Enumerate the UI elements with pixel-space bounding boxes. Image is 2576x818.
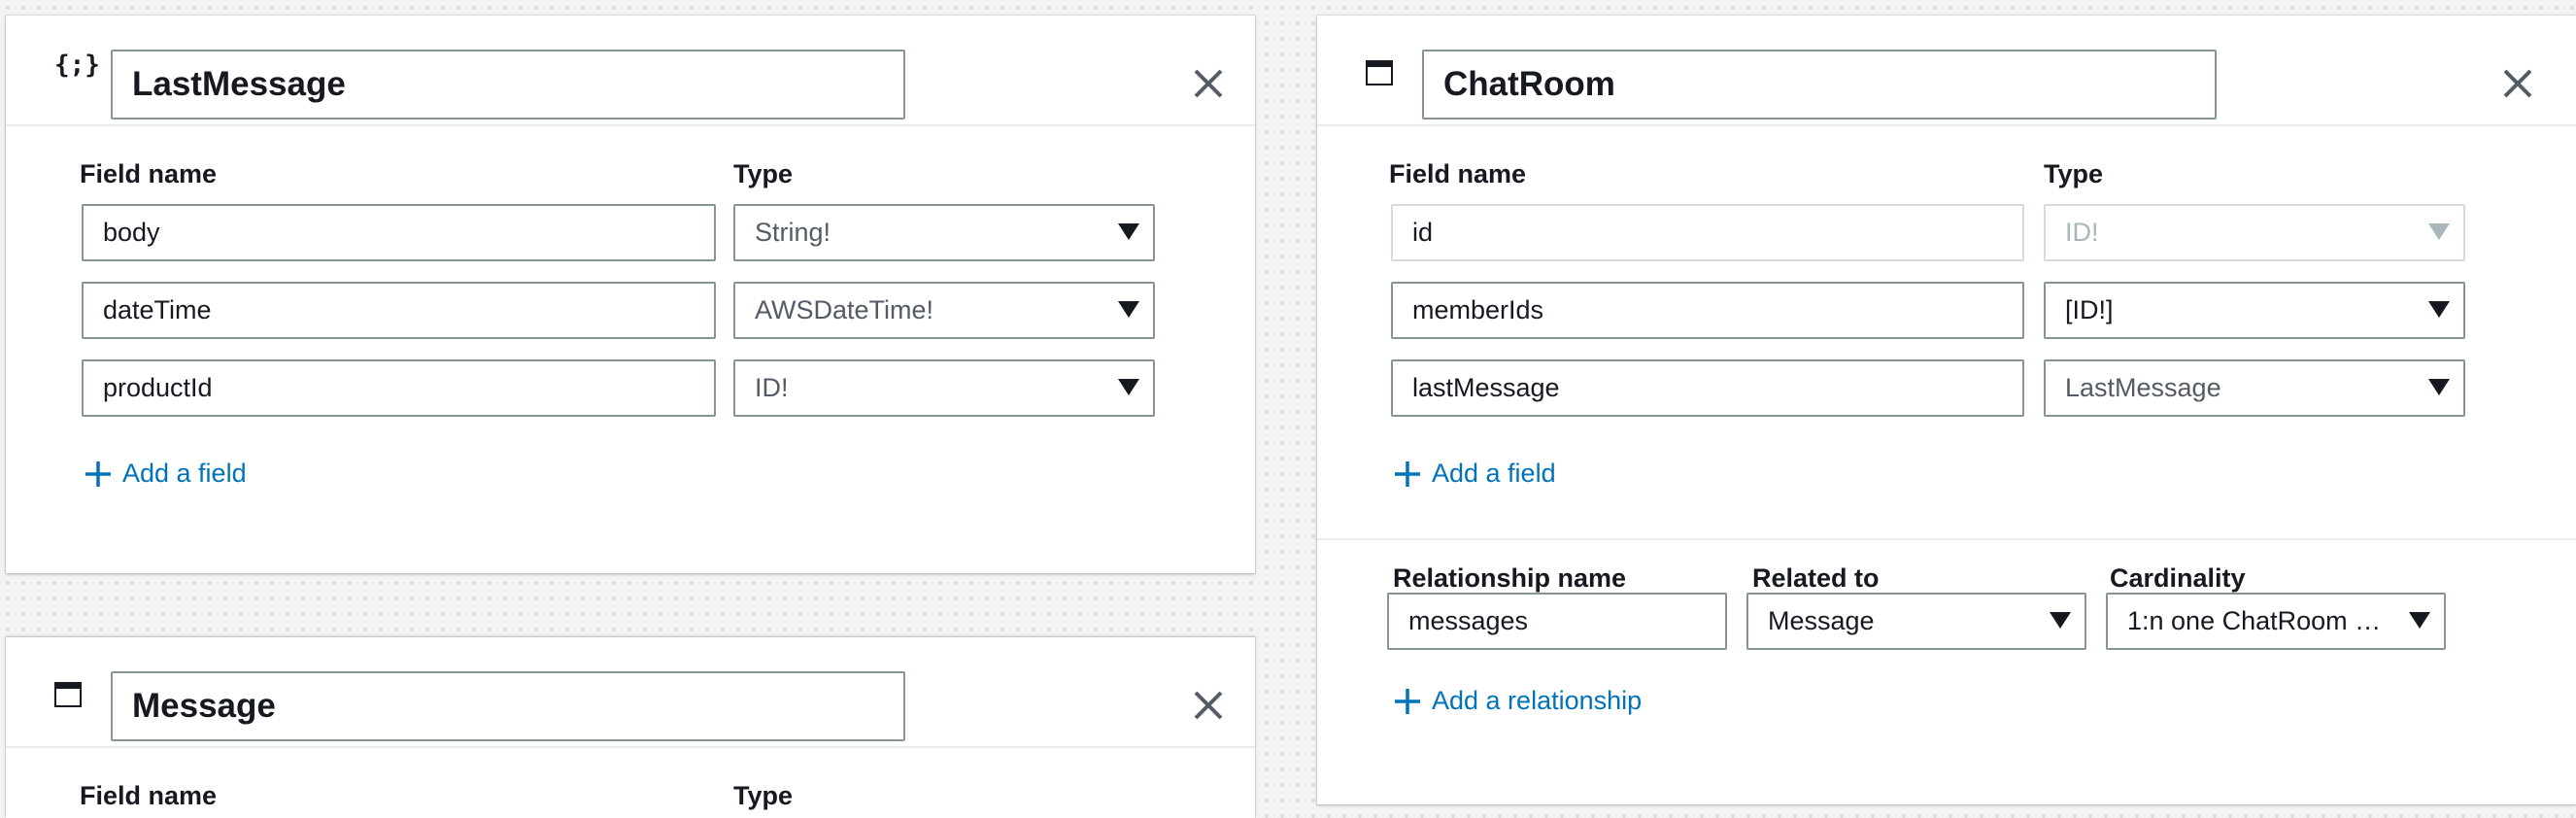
type-select-productid[interactable]: ID! (733, 359, 1155, 417)
field-name-input-datetime[interactable]: dateTime (82, 282, 716, 339)
close-icon[interactable] (2502, 68, 2533, 99)
plus-icon (1395, 688, 1420, 714)
field-name-header: Field name (80, 781, 218, 810)
window-icon (54, 682, 82, 707)
close-icon[interactable] (1193, 690, 1224, 721)
add-field-button[interactable]: Add a field (84, 459, 247, 489)
close-icon[interactable] (1193, 68, 1224, 99)
chevron-down-icon (2050, 612, 2071, 629)
type-header: Type (733, 781, 794, 810)
type-name-input[interactable]: Message (111, 671, 905, 741)
type-select-lastmessage[interactable]: LastMessage (2044, 359, 2465, 417)
type-select-memberids[interactable]: [ID!] (2044, 282, 2465, 339)
type-select-datetime[interactable]: AWSDateTime! (733, 282, 1155, 339)
chevron-down-icon (2428, 379, 2450, 395)
card-last-message: {;} LastMessage Field name Type body Str… (6, 16, 1255, 573)
add-field-button[interactable]: Add a field (1393, 459, 1556, 489)
relationship-name-header: Relationship name (1393, 563, 1627, 593)
field-name-input-lastmessage[interactable]: lastMessage (1391, 359, 2024, 417)
field-name-header: Field name (80, 159, 218, 188)
card-header: ChatRoom (1317, 16, 2576, 126)
plus-icon (85, 460, 111, 487)
chevron-down-icon (1118, 301, 1139, 318)
add-relationship-label: Add a relationship (1432, 686, 1643, 715)
relationship-name-input[interactable]: messages (1387, 593, 1727, 650)
card-header: {;} LastMessage (6, 16, 1255, 126)
card-header: Message (6, 637, 1255, 748)
field-name-input-body[interactable]: body (82, 204, 716, 261)
cardinality-header: Cardinality (2110, 563, 2246, 593)
type-select-value: [ID!] (2065, 295, 2114, 324)
chevron-down-icon (1118, 223, 1139, 240)
related-to-select[interactable]: Message (1746, 593, 2086, 650)
field-name-input-id: id (1391, 204, 2024, 261)
field-name-header: Field name (1389, 159, 1527, 188)
chevron-down-icon (1118, 379, 1139, 395)
type-select-id: ID! (2044, 204, 2465, 261)
type-select-value: ID! (2065, 218, 2099, 247)
type-select-value: ID! (755, 373, 789, 402)
card-message: Message Field name Type (6, 637, 1255, 818)
type-select-body[interactable]: String! (733, 204, 1155, 261)
field-name-input-memberids[interactable]: memberIds (1391, 282, 2024, 339)
window-icon (1366, 60, 1393, 85)
type-name-input[interactable]: LastMessage (111, 50, 905, 119)
add-field-label: Add a field (1432, 459, 1556, 488)
cardinality-select[interactable]: 1:n one ChatRoom … (2106, 593, 2446, 650)
related-to-header: Related to (1752, 563, 1880, 593)
type-header: Type (733, 159, 794, 188)
type-select-value: LastMessage (2065, 373, 2221, 402)
add-field-label: Add a field (122, 459, 247, 488)
chevron-down-icon (2409, 612, 2430, 629)
chevron-down-icon (2428, 301, 2450, 318)
related-to-value: Message (1768, 606, 1875, 635)
cardinality-value: 1:n one ChatRoom … (2127, 606, 2382, 635)
plus-icon (1395, 460, 1420, 487)
curly-braces-icon: {;} (54, 51, 100, 80)
type-header: Type (2044, 159, 2104, 188)
type-name-input[interactable]: ChatRoom (1422, 50, 2217, 119)
relationship-divider (1317, 538, 2576, 540)
add-relationship-button[interactable]: Add a relationship (1393, 686, 1642, 716)
card-chat-room: ChatRoom Field name Type id ID! memberId… (1317, 16, 2576, 804)
type-select-value: String! (755, 218, 831, 247)
type-select-value: AWSDateTime! (755, 295, 934, 324)
field-name-input-productid[interactable]: productId (82, 359, 716, 417)
chevron-down-icon (2428, 223, 2450, 240)
